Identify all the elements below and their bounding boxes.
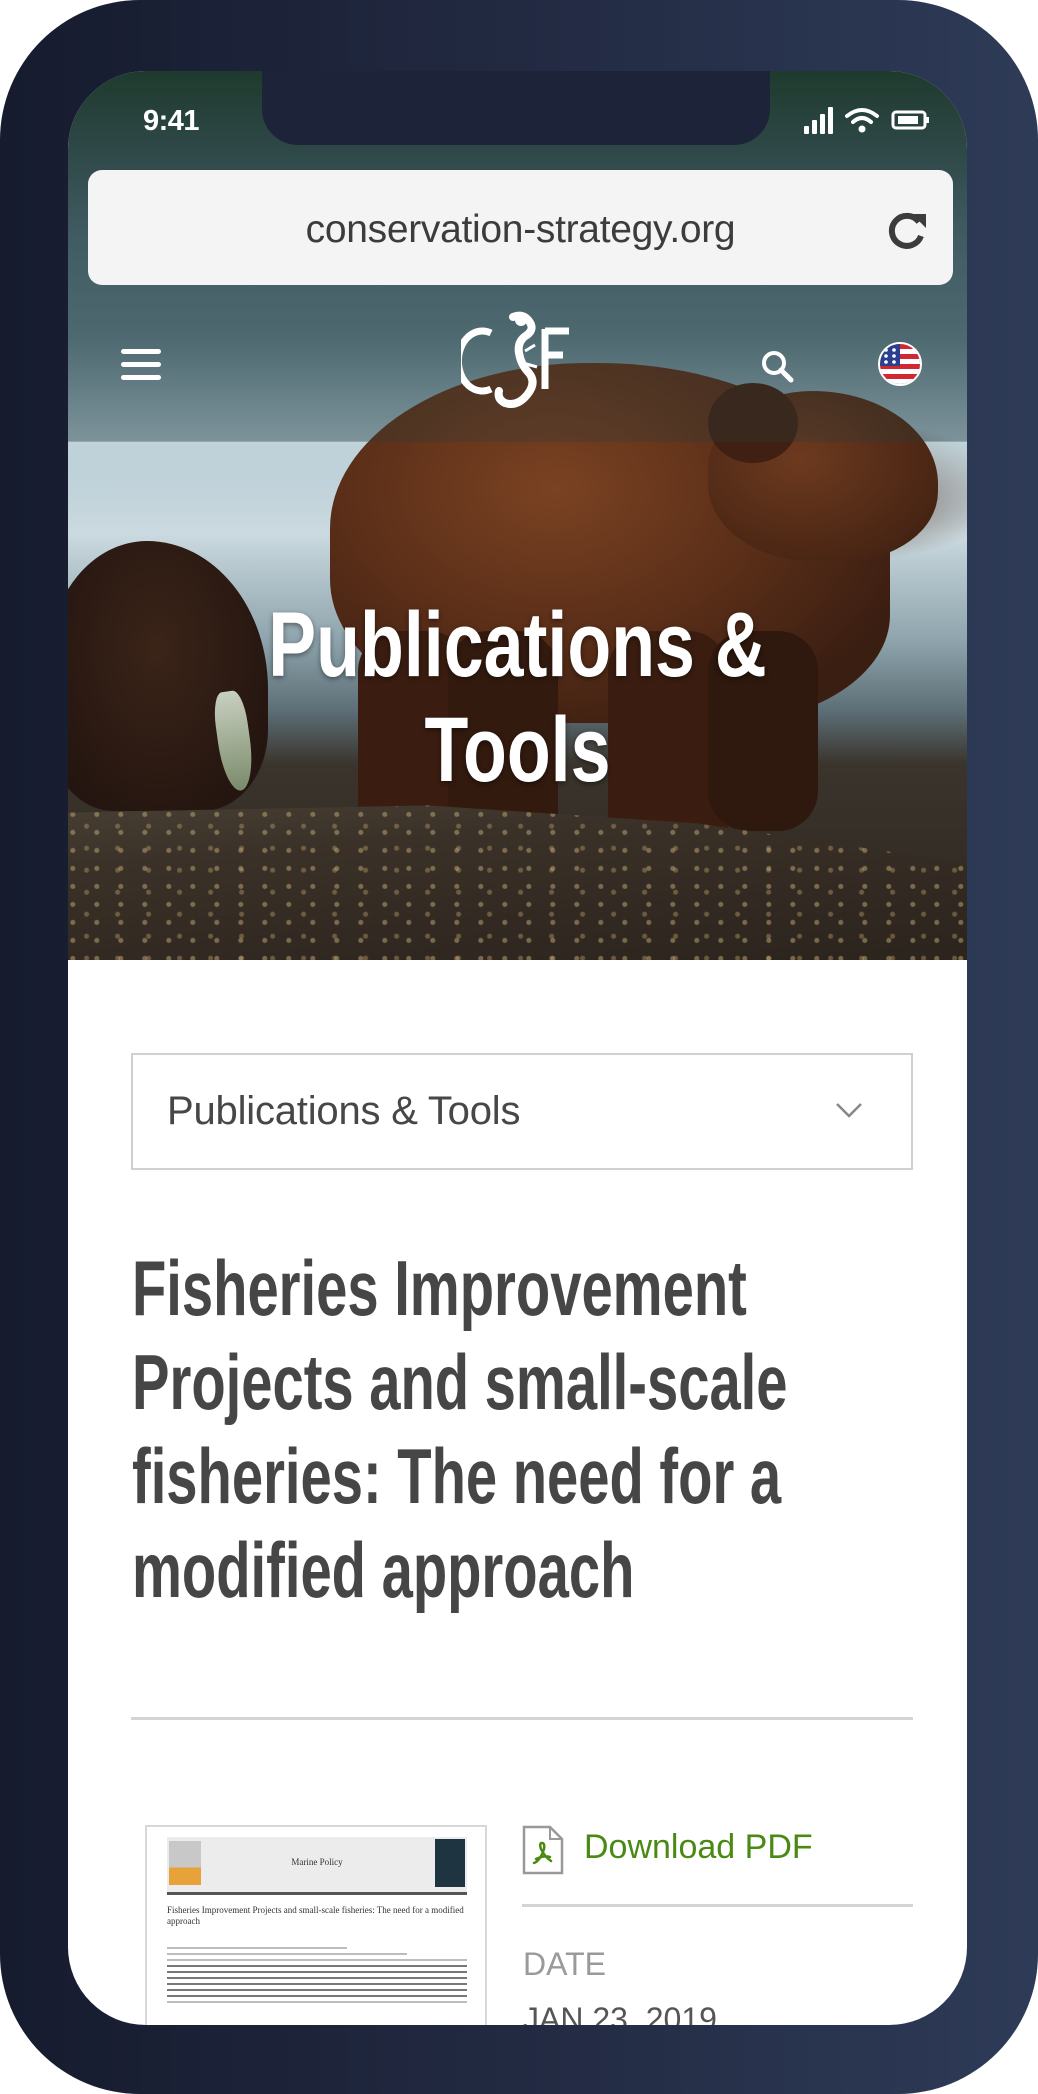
url-text[interactable]: conservation-strategy.org [88,208,953,252]
date-label: DATE [523,1946,606,1982]
publication-thumbnail[interactable]: Marine Policy Fisheries Improvement Proj… [145,1825,487,2025]
status-icons [804,106,931,134]
browser-address-bar[interactable]: conservation-strategy.org [88,170,953,285]
status-time: 9:41 [143,105,200,137]
dropdown-selected-value: Publications & Tools [167,1089,521,1133]
journal-cover [435,1839,465,1887]
divider [522,1904,913,1907]
hamburger-menu-icon[interactable] [121,349,163,383]
thumbnail-journal-name: Marine Policy [291,1857,343,1867]
us-flag-icon[interactable] [878,342,922,386]
thumbnail-abstract [167,1947,467,2007]
chevron-down-icon [836,1103,862,1118]
reload-icon[interactable] [885,208,929,252]
hero-title: Publications & Tools [268,594,767,801]
divider [131,1717,913,1720]
section-dropdown[interactable]: Publications & Tools [131,1053,913,1170]
thumbnail-journal-header: Marine Policy [167,1837,467,1895]
search-icon[interactable] [760,349,796,385]
signal-icon [804,106,833,134]
notch [262,71,770,145]
thumbnail-title: Fisheries Improvement Projects and small… [167,1905,464,1926]
csf-logo[interactable] [461,311,577,415]
battery-icon [891,110,929,130]
phone-screen: Publications & Tools 9:41 conservation-s… [68,71,967,2025]
hero-shore [68,805,967,960]
download-pdf-link[interactable]: Download PDF [584,1828,813,1867]
pdf-file-icon[interactable] [522,1825,564,1875]
date-value: JAN 23, 2019 [523,2001,717,2025]
wifi-icon [845,108,879,133]
article-title: Fisheries Improvement Projects and small… [132,1244,788,1614]
